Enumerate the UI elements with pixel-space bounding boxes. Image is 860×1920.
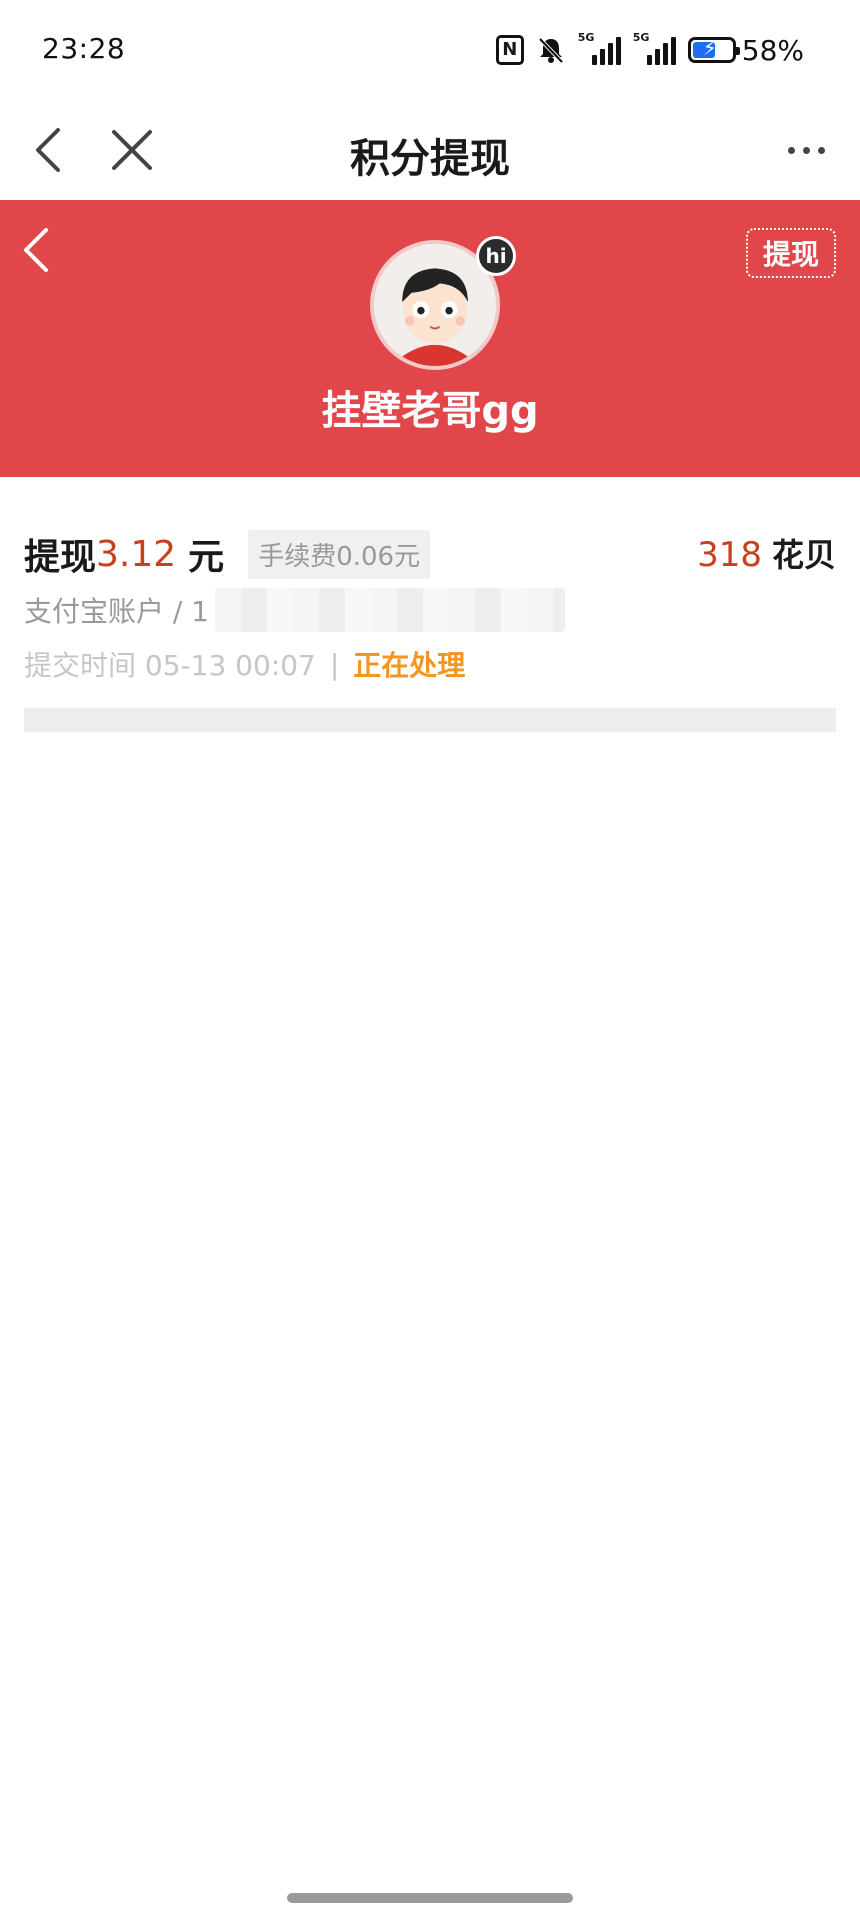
withdraw-button[interactable]: 提现 xyxy=(746,228,836,278)
charging-icon: ⚡ xyxy=(702,36,717,60)
chevron-left-icon[interactable] xyxy=(14,222,64,278)
record-label: 提现 xyxy=(24,537,97,578)
redacted-account-mosaic xyxy=(215,588,566,632)
nav-bar: 积分提现 xyxy=(0,100,860,200)
status-time: 23:28 xyxy=(42,32,126,65)
record-unit: 元 xyxy=(188,537,225,578)
username: 挂壁老哥gg xyxy=(321,388,539,434)
status-icons: N 5G 5G ⚡ 58% xyxy=(495,30,804,70)
more-horizontal-icon[interactable] xyxy=(766,118,846,182)
section-divider xyxy=(24,708,836,732)
record-amount-line: 提现 3.12 元 手续费0.06元 xyxy=(24,528,431,580)
signal-5g-icon: 5G xyxy=(633,31,676,65)
points-unit: 花贝 xyxy=(771,536,836,574)
record-fee-badge: 手续费0.06元 xyxy=(248,529,431,579)
bell-muted-icon xyxy=(538,37,564,64)
record-status: 正在处理 xyxy=(353,649,466,682)
record-points: 318 花贝 xyxy=(697,530,836,576)
battery-indicator: ⚡ 58% xyxy=(687,33,804,67)
record-account-line: 支付宝账户 / 1 xyxy=(24,588,566,632)
avatar-hi-badge: hi xyxy=(476,236,516,276)
nfc-icon: N xyxy=(495,35,524,65)
record-submit-time: 提交时间 05-13 00:07 xyxy=(24,649,316,682)
battery-icon: ⚡ xyxy=(687,36,740,63)
home-indicator[interactable] xyxy=(287,1893,573,1903)
points-value: 318 xyxy=(697,535,762,575)
status-bar: 23:28 N 5G 5G ⚡ 58% xyxy=(0,0,860,100)
signal-5g-icon: 5G xyxy=(578,31,621,65)
record-separator: | xyxy=(329,647,340,681)
record-account: 支付宝账户 / 1 xyxy=(24,595,210,628)
signal-tag: 5G xyxy=(577,31,595,44)
signal-tag: 5G xyxy=(632,31,650,44)
profile-header: 提现 hi 挂壁老哥gg xyxy=(0,200,860,477)
record-amount: 3.12 xyxy=(96,533,177,575)
record-time-line: 提交时间 05-13 00:07 | 正在处理 xyxy=(24,644,465,684)
withdrawal-record[interactable]: 提现 3.12 元 手续费0.06元 318 花贝 支付宝账户 / 1 提交时间… xyxy=(24,520,836,690)
page-title: 积分提现 xyxy=(350,136,510,182)
battery-percent: 58% xyxy=(741,33,804,67)
